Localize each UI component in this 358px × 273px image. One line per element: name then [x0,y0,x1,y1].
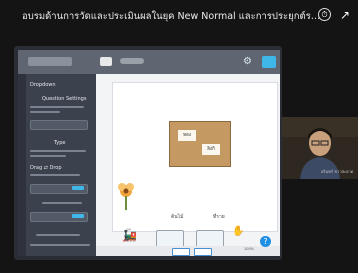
gear-icon[interactable]: ⚙ [243,56,252,68]
drag-drop-toggle[interactable]: Drag ⇄ Drop [30,165,62,171]
editor-topbar: ⚙ [18,50,280,74]
board-note[interactable]: ทอง [178,130,196,141]
value-button[interactable] [72,214,84,218]
type-text [30,155,66,157]
option-button[interactable] [72,186,84,190]
question-canvas[interactable]: ทอง ลิงกิ ต้นไม้ ที่ราย [112,82,278,232]
scene-label: ต้นไม้ [171,214,184,220]
train-icon[interactable]: 🚂 [122,228,137,242]
section-type: Type [54,140,66,146]
captured-screen: ⚙ Dropdown Question Settings Type Drag ⇄… [14,46,282,260]
footer-text [36,234,80,236]
settings-panel: Dropdown Question Settings Type Drag ⇄ D… [18,74,96,256]
status-badge [120,58,144,64]
title-field[interactable] [28,57,72,66]
presenter-name: อรินทร์ ขาวสะอาด [321,169,354,174]
clock-icon[interactable]: ⏱ [318,8,331,21]
question-field[interactable] [30,120,88,130]
scene-label: ที่ราย [213,214,225,220]
board-note[interactable]: ลิงกิ [202,144,220,155]
zoom-readout: 100% [244,247,255,251]
cork-board: ทอง ลิงกิ [169,121,231,167]
help-button[interactable]: ? [260,236,271,247]
editor-screen: ⚙ Dropdown Question Settings Type Drag ⇄… [18,50,280,256]
page-button[interactable] [194,248,212,256]
settings-text [30,106,84,108]
footer-text [30,244,90,246]
app-logo [100,57,112,66]
share-icon[interactable]: ↗ [338,8,352,22]
flower-image [118,183,134,210]
type-text [30,150,86,152]
video-title: อบรมด้านการวัดและประเมินผลในยุค New Norm… [22,11,322,22]
tool-strip [18,74,26,256]
section-question-settings: Question Settings [42,96,87,102]
hand-icon[interactable]: ✋ [232,226,244,237]
option-text [30,174,80,176]
panel-heading: Dropdown [30,82,56,88]
save-button[interactable] [262,56,276,68]
settings-text [30,111,60,113]
page-button[interactable] [172,248,190,256]
label-text [42,202,82,204]
webcam-feed: อรินทร์ ขาวสะอาด [282,117,358,179]
